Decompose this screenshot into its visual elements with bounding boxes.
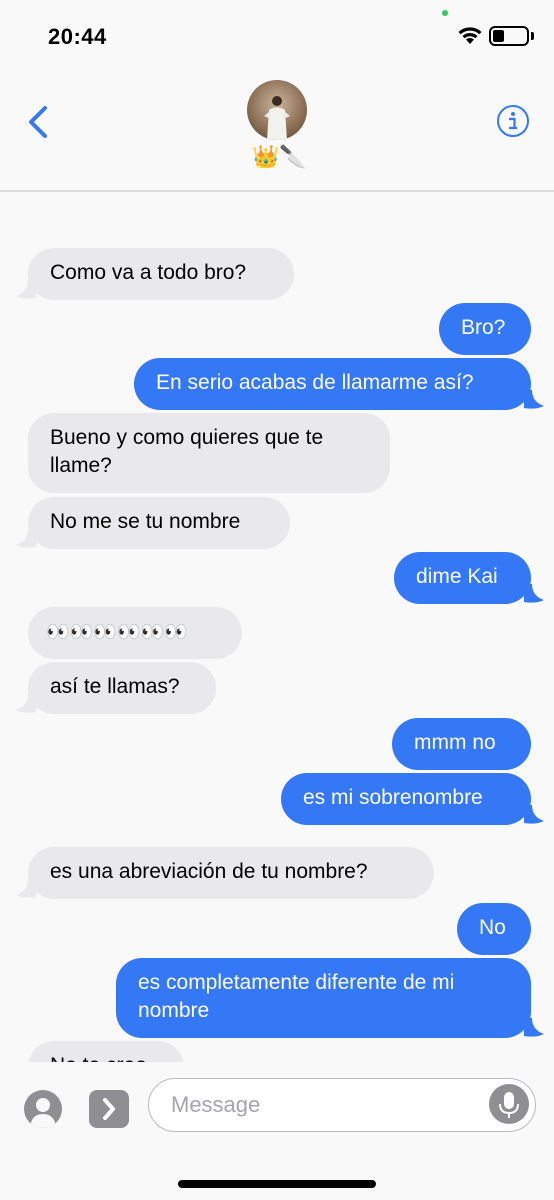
battery-cap <box>531 32 534 40</box>
message-input-field[interactable] <box>148 1078 536 1132</box>
bubble-tail <box>524 390 544 409</box>
info-circle-icon[interactable] <box>496 104 530 138</box>
battery-fill <box>493 30 504 42</box>
contact-name-emoji[interactable]: 👑🔪 <box>252 146 307 170</box>
chevron-right-icon <box>103 1098 115 1120</box>
message-bubble-incoming[interactable]: Como va a todo bro? <box>28 248 294 300</box>
message-bubble-incoming[interactable]: No te creo <box>28 1041 184 1062</box>
message-bubble-outgoing[interactable]: es completamente diferente de mi nombre <box>116 958 531 1038</box>
battery-icon <box>489 26 529 46</box>
camera-icon[interactable] <box>24 1090 62 1128</box>
wifi-icon <box>458 27 482 44</box>
app-store-icon[interactable] <box>89 1090 129 1128</box>
message-input[interactable] <box>169 1089 473 1121</box>
home-indicator[interactable] <box>178 1180 376 1188</box>
message-bubble-outgoing[interactable]: dime Kai <box>394 552 531 604</box>
contact-avatar[interactable] <box>247 80 307 140</box>
bubble-tail <box>524 1018 544 1037</box>
microphone-icon[interactable] <box>489 1084 529 1124</box>
bubble-tail <box>16 529 36 548</box>
avatar-figure <box>264 96 290 140</box>
compose-bar <box>0 1062 554 1200</box>
status-time: 20:44 <box>48 24 107 49</box>
mic-glyph <box>499 1092 519 1118</box>
message-bubble-incoming[interactable]: es una abreviación de tu nombre? <box>28 847 434 899</box>
privacy-indicator-dot <box>442 10 448 16</box>
message-bubble-outgoing[interactable]: es mi sobrenombre <box>281 773 531 825</box>
person-silhouette-icon <box>30 1098 56 1128</box>
bubble-tail <box>16 280 36 299</box>
bubble-tail <box>16 694 36 713</box>
conversation-header: 👑🔪 <box>0 70 554 192</box>
bubble-tail <box>16 879 36 898</box>
chevron-left-icon[interactable] <box>24 102 54 142</box>
message-bubble-incoming[interactable]: así te llamas? <box>28 662 216 714</box>
status-bar: 20:44 <box>0 0 554 70</box>
message-bubble-incoming[interactable]: Bueno y como quieres que te llame? <box>28 413 390 493</box>
bubble-tail <box>524 805 544 824</box>
message-thread[interactable]: Como va a todo bro? Bro? En serio acabas… <box>0 192 554 1062</box>
message-bubble-outgoing[interactable]: mmm no <box>392 718 531 770</box>
bubble-tail <box>524 584 544 603</box>
message-bubble-incoming[interactable]: No me se tu nombre <box>28 497 290 549</box>
message-bubble-outgoing[interactable]: Bro? <box>439 303 531 355</box>
message-bubble-outgoing[interactable]: No <box>457 903 531 955</box>
message-bubble-incoming[interactable]: 👀👀👀👀👀👀 <box>28 607 242 659</box>
message-bubble-outgoing[interactable]: En serio acabas de llamarme así? <box>134 358 531 410</box>
